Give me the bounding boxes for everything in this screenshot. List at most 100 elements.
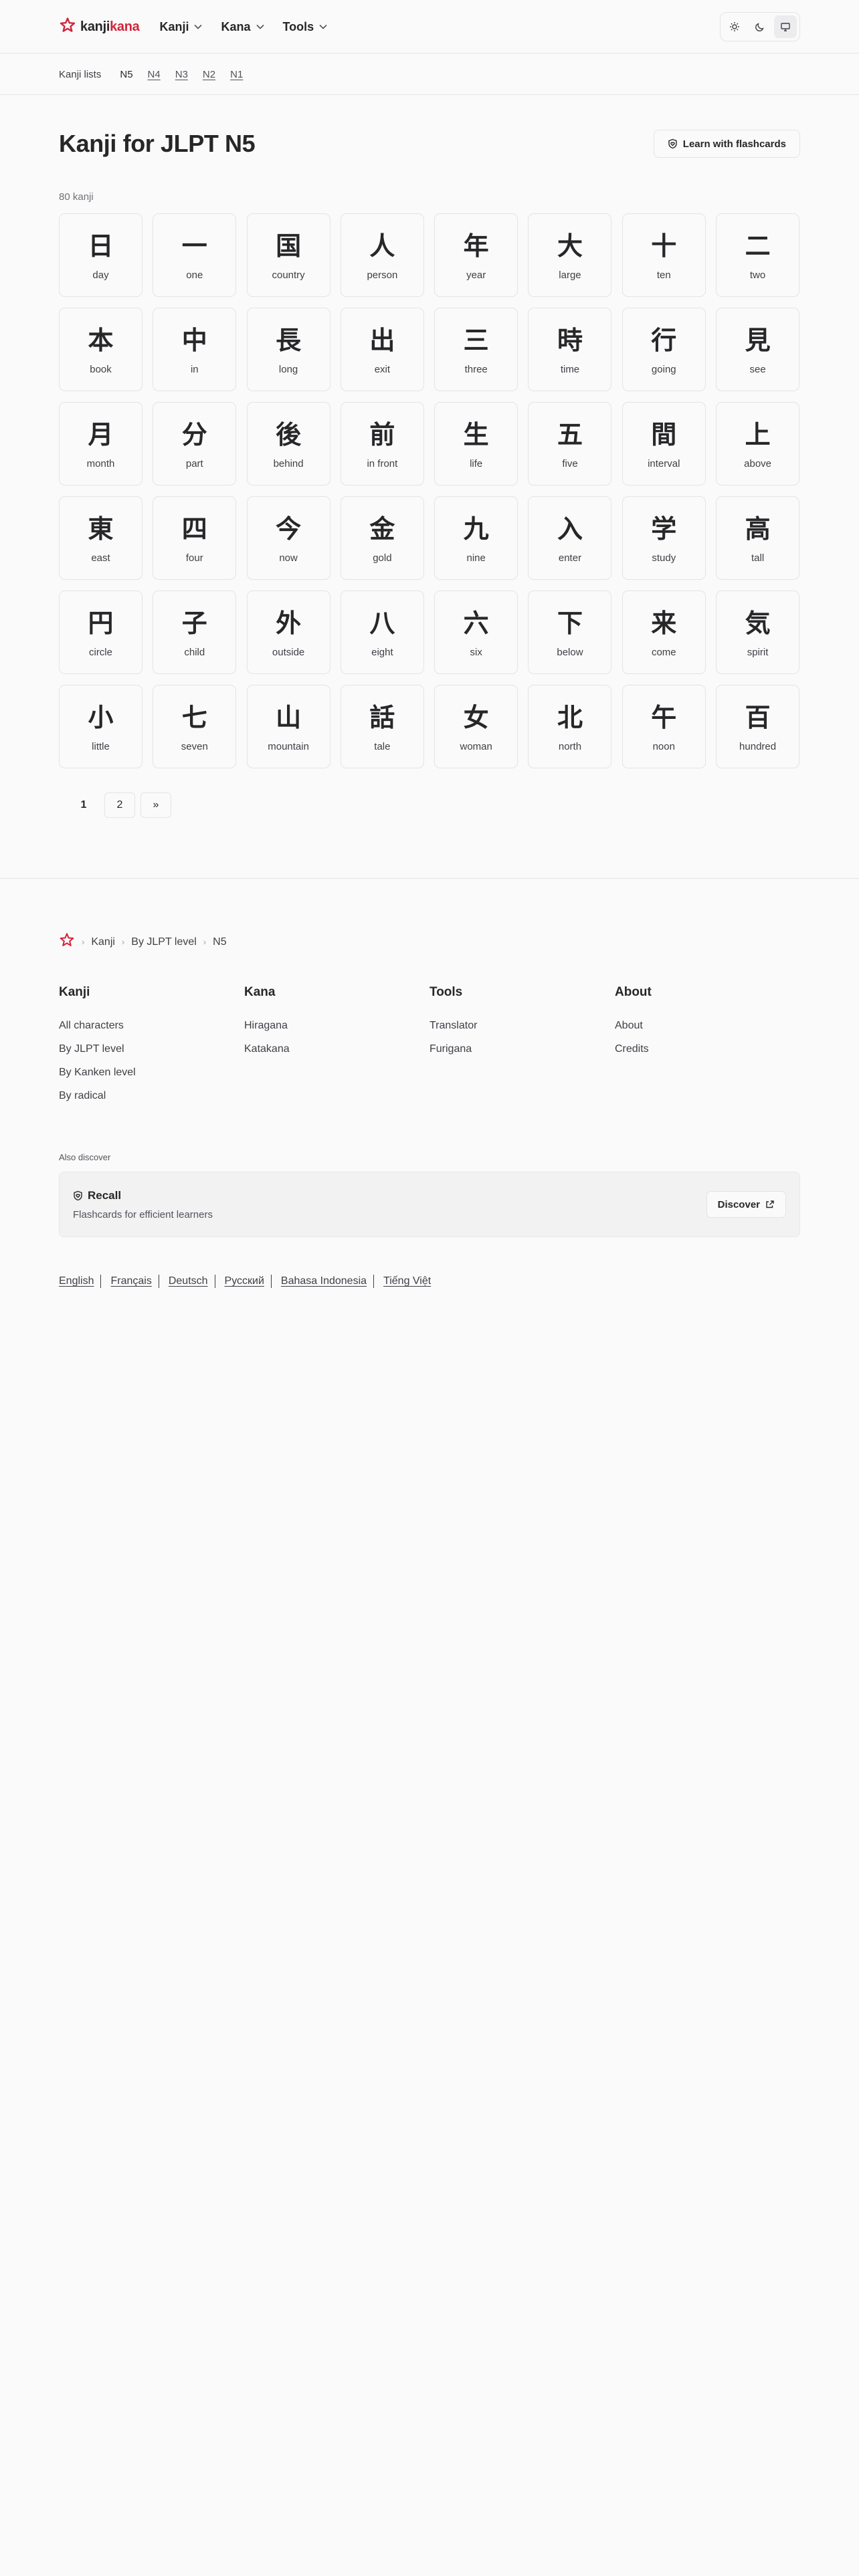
kanji-card[interactable]: 長 long [246, 308, 330, 391]
kanji-card[interactable]: 三 three [434, 308, 518, 391]
kanji-meaning: four [185, 552, 203, 564]
breadcrumb-kanji[interactable]: Kanji [91, 936, 115, 948]
nav-kanji[interactable]: Kanji [159, 20, 203, 34]
language-english-link[interactable]: English [59, 1275, 94, 1287]
kanji-card[interactable]: 人 person [340, 213, 424, 297]
next-page-button[interactable]: » [140, 792, 171, 818]
kanji-card[interactable]: 北 north [528, 685, 612, 768]
page-1-button[interactable]: 1 [68, 792, 99, 818]
home-flower-icon[interactable] [59, 932, 75, 952]
kanji-card[interactable]: 東 east [59, 496, 142, 580]
level-n3-link[interactable]: N3 [175, 69, 188, 80]
kanji-card[interactable]: 行 going [622, 308, 706, 391]
language-russian-link[interactable]: Русский [225, 1275, 264, 1287]
kanji-card[interactable]: 円 circle [59, 591, 142, 674]
kanji-card[interactable]: 二 two [716, 213, 800, 297]
kanji-card[interactable]: 百 hundred [716, 685, 800, 768]
language-indonesian-link[interactable]: Bahasa Indonesia [281, 1275, 367, 1287]
nav-tools[interactable]: Tools [283, 20, 328, 34]
footer-link-translator[interactable]: Translator [430, 1020, 615, 1032]
kanji-character: 前 [369, 420, 395, 449]
kanji-card[interactable]: 国 country [246, 213, 330, 297]
level-n2-link[interactable]: N2 [203, 69, 215, 80]
language-divider [100, 1275, 102, 1288]
nav-kana[interactable]: Kana [221, 20, 264, 34]
footer-link-all-characters[interactable]: All characters [59, 1020, 244, 1032]
kanji-card[interactable]: 下 below [528, 591, 612, 674]
kanji-card[interactable]: 生 life [434, 402, 518, 486]
level-n4-link[interactable]: N4 [148, 69, 161, 80]
footer-link-katakana[interactable]: Katakana [244, 1043, 430, 1055]
kanji-meaning: spirit [747, 647, 769, 658]
kanji-card[interactable]: 話 tale [340, 685, 424, 768]
footer-link-hiragana[interactable]: Hiragana [244, 1020, 430, 1032]
kanji-card[interactable]: 午 noon [622, 685, 706, 768]
kanji-character: 話 [369, 703, 395, 732]
kanji-card[interactable]: 本 book [59, 308, 142, 391]
kanji-card[interactable]: 四 four [153, 496, 237, 580]
kanji-card[interactable]: 来 come [622, 591, 706, 674]
kanji-character: 小 [88, 703, 114, 732]
kanji-character: 外 [276, 609, 302, 638]
page-2-button[interactable]: 2 [104, 792, 135, 818]
kanji-card[interactable]: 今 now [246, 496, 330, 580]
language-french-link[interactable]: Français [110, 1275, 151, 1287]
kanji-card[interactable]: 見 see [716, 308, 800, 391]
system-theme-button[interactable] [774, 15, 797, 38]
kanji-meaning: tale [374, 741, 391, 752]
kanji-card[interactable]: 六 six [434, 591, 518, 674]
kanji-meaning: north [558, 741, 582, 752]
kanji-card[interactable]: 分 part [153, 402, 237, 486]
kanji-card[interactable]: 間 interval [622, 402, 706, 486]
kanji-meaning: long [278, 364, 298, 375]
kanji-meaning: seven [181, 741, 208, 752]
kanji-card[interactable]: 八 eight [340, 591, 424, 674]
kanji-card[interactable]: 外 outside [246, 591, 330, 674]
kanji-card[interactable]: 一 one [153, 213, 237, 297]
shield-heart-icon [74, 1190, 82, 1200]
breadcrumb-jlpt-level[interactable]: By JLPT level [131, 936, 197, 948]
logo-link[interactable]: kanjikana [59, 17, 140, 37]
footer-link-about[interactable]: About [615, 1020, 800, 1032]
kanji-card[interactable]: 七 seven [153, 685, 237, 768]
kanji-card[interactable]: 前 in front [340, 402, 424, 486]
kanji-card[interactable]: 子 child [153, 591, 237, 674]
learn-flashcards-button[interactable]: Learn with flashcards [653, 130, 800, 158]
footer-link-credits[interactable]: Credits [615, 1043, 800, 1055]
kanji-card[interactable]: 大 large [528, 213, 612, 297]
kanji-card[interactable]: 五 five [528, 402, 612, 486]
kanji-card[interactable]: 年 year [434, 213, 518, 297]
light-theme-button[interactable] [723, 15, 746, 38]
kanji-card[interactable]: 上 above [716, 402, 800, 486]
kanji-card[interactable]: 中 in [153, 308, 237, 391]
kanji-character: 人 [369, 231, 395, 261]
kanji-card[interactable]: 山 mountain [246, 685, 330, 768]
language-german-link[interactable]: Deutsch [169, 1275, 208, 1287]
kanji-card[interactable]: 月 month [59, 402, 142, 486]
footer-link-furigana[interactable]: Furigana [430, 1043, 615, 1055]
kanji-card[interactable]: 時 time [528, 308, 612, 391]
kanji-card[interactable]: 女 woman [434, 685, 518, 768]
kanji-card[interactable]: 学 study [622, 496, 706, 580]
jlpt-subnav: Kanji lists N5 N4 N3 N2 N1 [0, 53, 859, 95]
footer-link-by-radical[interactable]: By radical [59, 1090, 244, 1102]
footer-link-by-jlpt[interactable]: By JLPT level [59, 1043, 244, 1055]
kanji-card[interactable]: 後 behind [246, 402, 330, 486]
language-vietnamese-link[interactable]: Tiếng Việt [383, 1275, 431, 1287]
kanji-meaning: part [185, 458, 203, 469]
kanji-character: 山 [276, 703, 302, 732]
kanji-character: 四 [181, 514, 207, 544]
kanji-card[interactable]: 金 gold [340, 496, 424, 580]
kanji-card[interactable]: 小 little [59, 685, 142, 768]
kanji-card[interactable]: 入 enter [528, 496, 612, 580]
kanji-card[interactable]: 十 ten [622, 213, 706, 297]
discover-button[interactable]: Discover [706, 1191, 786, 1218]
kanji-card[interactable]: 日 day [59, 213, 142, 297]
kanji-card[interactable]: 高 tall [716, 496, 800, 580]
kanji-card[interactable]: 九 nine [434, 496, 518, 580]
footer-link-by-kanken[interactable]: By Kanken level [59, 1067, 244, 1079]
kanji-card[interactable]: 出 exit [340, 308, 424, 391]
level-n1-link[interactable]: N1 [230, 69, 243, 80]
dark-theme-button[interactable] [749, 15, 771, 38]
kanji-card[interactable]: 気 spirit [716, 591, 800, 674]
